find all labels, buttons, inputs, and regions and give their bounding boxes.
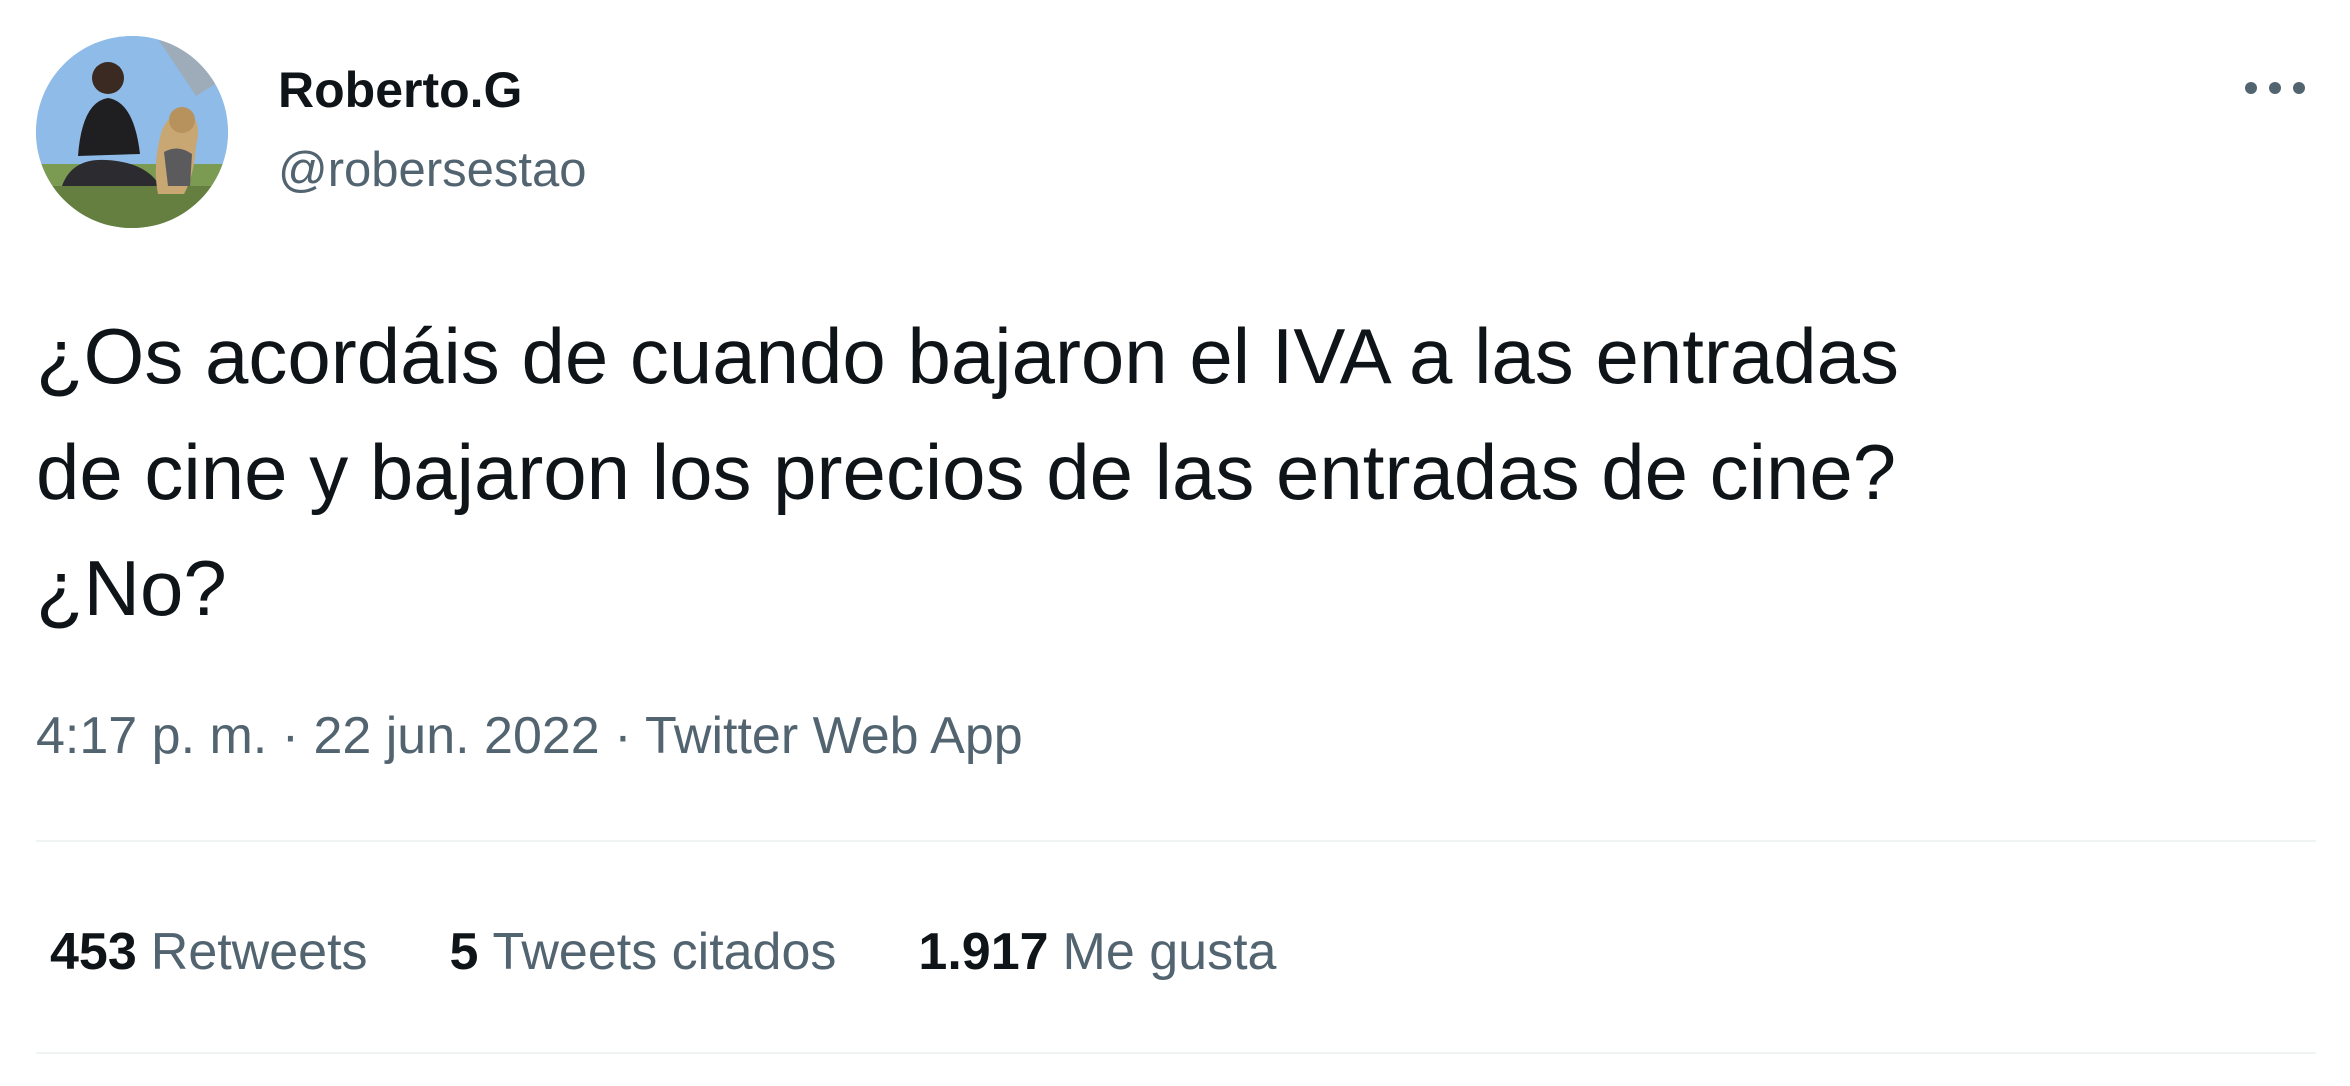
likes-label: Me gusta: [1062, 923, 1277, 981]
divider: [36, 840, 2316, 842]
tweet-source[interactable]: Twitter Web App: [645, 707, 1023, 765]
quote-tweets-label: Tweets citados: [492, 923, 837, 981]
tweet-time[interactable]: 4:17 p. m.: [36, 707, 267, 765]
likes-count: 1.917: [918, 923, 1049, 981]
quote-tweets-count: 5: [449, 923, 479, 981]
retweets-count: 453: [50, 923, 137, 981]
display-name[interactable]: Roberto.G: [278, 58, 522, 122]
meta-separator: ·: [614, 707, 632, 765]
meta-separator: ·: [281, 707, 300, 765]
quote-tweets-stat[interactable]: 5 Tweets citados: [450, 916, 837, 988]
tweet-date[interactable]: 22 jun. 2022: [313, 707, 599, 765]
more-options-button[interactable]: [2230, 58, 2320, 118]
more-horizontal-icon: [2245, 82, 2305, 94]
retweets-label: Retweets: [150, 923, 368, 981]
retweets-stat[interactable]: 453 Retweets: [50, 916, 368, 988]
tweet-stats: 453 Retweets 5 Tweets citados 1.917 Me g…: [50, 916, 1358, 988]
divider: [36, 1052, 2316, 1054]
avatar[interactable]: [36, 36, 228, 228]
tweet-text: ¿Os acordáis de cuando bajaron el IVA a …: [36, 312, 1900, 632]
profile-photo-icon: [36, 36, 228, 228]
tweet-metadata: 4:17 p. m. · 22 jun. 2022 · Twitter Web …: [36, 700, 1023, 772]
user-handle[interactable]: @robersestao: [278, 138, 587, 202]
tweet-card: Roberto.G @robersestao ¿Os acordáis de c…: [0, 0, 2350, 1086]
likes-stat[interactable]: 1.917 Me gusta: [918, 916, 1276, 988]
